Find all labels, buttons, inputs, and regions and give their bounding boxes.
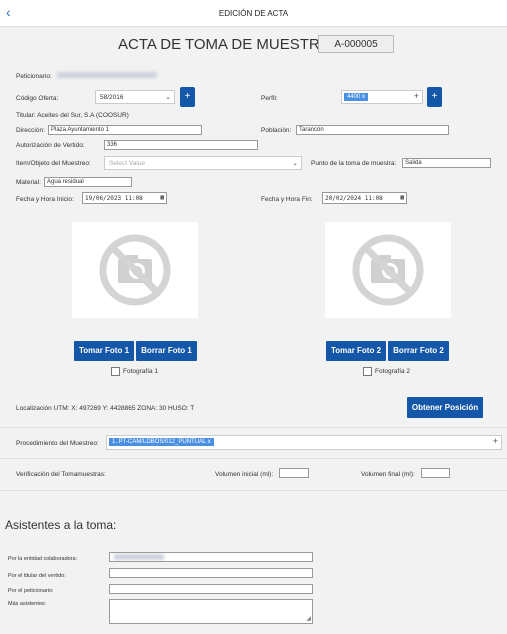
page-title: EDICIÓN DE ACTA [218,9,289,18]
autorizacion-input[interactable]: 336 [104,140,258,150]
chevron-down-icon: ⌄ [292,160,298,167]
delete-photo-2-button[interactable]: Borrar Foto 2 [388,341,449,361]
photo-1-check-label: Fotografía 1 [123,368,159,375]
photo-2-checkbox[interactable] [363,367,372,376]
vol-final-input[interactable] [421,468,450,478]
item-placeholder: Select Value [109,160,146,167]
autorizacion-label: Autorización de Vertido: [16,142,85,149]
fecha-inicio-value: 19/06/2023 11:08 [85,195,143,202]
punto-label: Punto de la toma de muestra: [311,160,397,167]
material-label: Material: [16,179,41,186]
fecha-fin-input[interactable]: 20/02/2024 11:08 ▦ [322,192,407,204]
peticionario-asistente-label: Por el peticionario: [8,588,54,594]
mas-asistentes-textarea[interactable]: ◢ [109,599,313,624]
titular-vertido-label: Por el titular del vertido: [8,573,66,579]
get-position-button[interactable]: Obtener Posición [407,397,483,418]
acta-title: ACTA DE TOMA DE MUESTRA [118,36,330,53]
fecha-inicio-label: Fecha y Hora Inicio: [16,196,74,203]
plus-icon[interactable]: + [493,436,498,446]
poblacion-label: Población: [261,127,292,134]
codigo-oferta-select[interactable]: 58/2016 ⌄ [95,90,175,104]
plus-icon[interactable]: + [414,91,419,101]
take-photo-2-button[interactable]: Tomar Foto 2 [326,341,386,361]
titular-label: Titular: Aceites del Sur, S.A (COOSUR) [16,112,129,119]
fecha-fin-value: 20/02/2024 11:08 [325,195,383,202]
entidad-label: Por la entidad colaboradora: [8,556,78,562]
divider [0,427,507,428]
location-text: Localización UTM: X: 497269 Y: 4428865 Z… [16,405,195,412]
photo-1-placeholder [72,222,198,318]
procedimiento-tag[interactable]: 1. PT-CAM/LDBOS/012_PUNTUAL x [109,438,214,446]
material-input[interactable]: Agua residual [44,177,132,187]
verificacion-label: Verificación del Tomamuestras: [16,471,106,478]
peticionario-label: Peticionario: [16,72,157,80]
item-label: Item/Objeto del Muestreo: [16,160,91,167]
photo-2-placeholder [325,222,451,318]
photo-1-checkbox[interactable] [111,367,120,376]
procedimiento-label: Procedimiento del Muestreo: [16,440,99,447]
codigo-oferta-label: Código Oferta: [16,95,59,102]
codigo-oferta-value: 58/2016 [100,94,124,101]
no-photo-icon [352,234,424,306]
top-bar: ‹ EDICIÓN DE ACTA [0,0,507,27]
no-photo-icon [99,234,171,306]
entidad-input[interactable] [109,552,313,562]
mas-asistentes-label: Más asistentes: [8,601,47,607]
add-oferta-button[interactable]: + [180,87,195,107]
peticionario-asistente-input[interactable] [109,584,313,594]
entidad-redacted [114,554,164,560]
asistentes-title: Asistentes a la toma: [5,518,117,532]
direccion-label: Dirección: [16,127,45,134]
perfil-multiselect[interactable]: 4400 x + [341,90,423,104]
acta-number: A-000005 [318,35,394,53]
divider [0,458,507,459]
item-select[interactable]: Select Value ⌄ [104,156,302,170]
peticionario-redacted [56,72,157,78]
titular-vertido-input[interactable] [109,568,313,578]
fecha-fin-label: Fecha y Hora Fin: [261,196,313,203]
resize-handle-icon[interactable]: ◢ [306,616,311,623]
calendar-icon[interactable]: ▦ [400,194,404,201]
procedimiento-multiselect[interactable]: 1. PT-CAM/LDBOS/012_PUNTUAL x + [106,435,502,450]
vol-inicial-label: Volumen inicial (ml): [215,471,274,478]
divider [0,490,507,491]
vol-final-label: Volumen final (ml): [361,471,415,478]
fecha-inicio-input[interactable]: 19/06/2023 11:08 ▦ [82,192,167,204]
vol-inicial-input[interactable] [279,468,309,478]
add-perfil-button[interactable]: + [427,87,442,107]
calendar-icon[interactable]: ▦ [160,194,164,201]
chevron-down-icon: ⌄ [165,94,171,101]
perfil-label: Perfil: [261,95,278,102]
direccion-input[interactable]: Plaza Ayuntamiento 1 [48,125,202,135]
punto-input[interactable]: Salida [402,158,491,168]
poblacion-input[interactable]: Tarancón [296,125,449,135]
take-photo-1-button[interactable]: Tomar Foto 1 [74,341,134,361]
photo-2-check-label: Fotografía 2 [375,368,411,375]
perfil-tag[interactable]: 4400 x [344,93,369,101]
delete-photo-1-button[interactable]: Borrar Foto 1 [136,341,197,361]
